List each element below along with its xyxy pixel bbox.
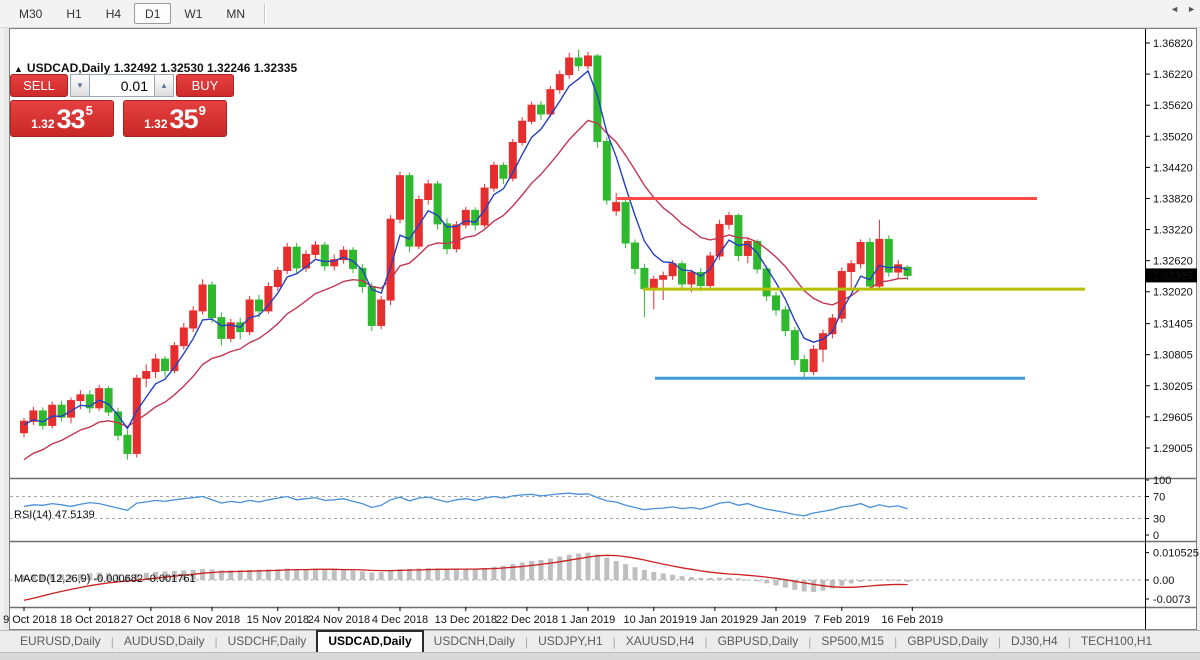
svg-text:22 Dec 2018: 22 Dec 2018 [496,614,558,626]
chart-workspace: 1.36820 1.36220 1.35620 1.35020 1.34420 1.338… [0,28,1200,660]
svg-text:10 Jan 2019: 10 Jan 2019 [624,614,685,626]
svg-text:1.36220: 1.36220 [1153,69,1193,81]
symbol-tab-gbpusd-daily[interactable]: GBPUSD,Daily [897,631,998,652]
chart-ohlc-title: ▲ USDCAD,Daily 1.32492 1.32530 1.32246 1.… [14,61,297,75]
timeframe-button-h4[interactable]: H4 [95,3,132,24]
symbol-tab-sp500-m15[interactable]: SP500,M15 [811,631,894,652]
svg-text:27 Oct 2018: 27 Oct 2018 [121,614,181,626]
svg-text:1.34420: 1.34420 [1153,162,1193,174]
svg-text:15 Nov 2018: 15 Nov 2018 [247,614,309,626]
buy-price-box[interactable]: 1.32359 [123,100,227,137]
svg-text:1.29005: 1.29005 [1153,443,1193,455]
svg-text:1.35020: 1.35020 [1153,131,1193,143]
svg-text:1.31405: 1.31405 [1153,319,1193,331]
sell-price-sup: 5 [86,105,93,117]
buy-price-big: 35 [170,105,198,134]
symbol-tab-usdcad-daily[interactable]: USDCAD,Daily [316,630,423,652]
rsi-indicator-label: RSI(14) 47.5139 [14,509,95,521]
volume-decrease-button[interactable]: ▼ [70,74,90,97]
svg-text:7 Feb 2019: 7 Feb 2019 [814,614,870,626]
sell-price-box[interactable]: 1.32335 [10,100,114,137]
tab-scroll-right-icon[interactable]: ► [1187,4,1196,14]
chevron-down-icon: ▼ [76,81,84,90]
symbol-tab-usdchf-daily[interactable]: USDCHF,Daily [218,631,317,652]
buy-price-prefix: 1.32 [144,114,167,134]
ohlc-title-text: USDCAD,Daily 1.32492 1.32530 1.32246 1.3… [27,61,297,75]
svg-text:0.00: 0.00 [1153,575,1174,587]
symbol-tab-dj30-h4[interactable]: DJ30,H4 [1001,631,1068,652]
volume-increase-button[interactable]: ▲ [154,74,174,97]
svg-text:1.33220: 1.33220 [1153,225,1193,237]
svg-text:1.35620: 1.35620 [1153,100,1193,112]
volume-input[interactable] [90,74,154,97]
svg-text:1.30205: 1.30205 [1153,381,1193,393]
svg-text:1.30805: 1.30805 [1153,350,1193,362]
symbol-tab-xauusd-h4[interactable]: XAUUSD,H4 [616,631,705,652]
svg-text:100: 100 [1153,475,1171,487]
one-click-trade-panel: SELL ▼ ▲ BUY 1.32335 1.32359 [10,74,236,137]
svg-text:4 Dec 2018: 4 Dec 2018 [372,614,428,626]
ohlc-marker-icon: ▲ [14,64,23,74]
buy-button[interactable]: BUY [176,74,234,97]
svg-text:1 Jan 2019: 1 Jan 2019 [561,614,615,626]
sell-price-prefix: 1.32 [31,114,54,134]
svg-text:19 Jan 2019: 19 Jan 2019 [685,614,746,626]
timeframe-button-m30[interactable]: M30 [8,3,53,24]
symbol-tab-usdjpy-h1[interactable]: USDJPY,H1 [528,631,612,652]
timeframe-button-w1[interactable]: W1 [173,3,213,24]
symbol-tab-gbpusd-daily[interactable]: GBPUSD,Daily [708,631,809,652]
sell-price-big: 33 [57,105,85,134]
svg-text:1.32335: 1.32335 [1153,270,1193,282]
timeframe-toolbar: M30H1H4D1W1MN [0,0,1200,28]
svg-text:16 Feb 2019: 16 Feb 2019 [881,614,943,626]
toolbar-separator [264,4,265,24]
symbol-tab-usdcnh-daily[interactable]: USDCNH,Daily [424,631,525,652]
symbol-tab-eurusd-daily[interactable]: EURUSD,Daily [10,631,111,652]
svg-text:18 Oct 2018: 18 Oct 2018 [60,614,120,626]
svg-text:1.32620: 1.32620 [1153,256,1193,268]
svg-text:29 Jan 2019: 29 Jan 2019 [746,614,807,626]
tab-scroll-left-icon[interactable]: ◄ [1170,4,1179,14]
svg-text:1.33820: 1.33820 [1153,193,1193,205]
svg-text:9 Oct 2018: 9 Oct 2018 [3,614,57,626]
timeframe-button-d1[interactable]: D1 [134,3,171,24]
svg-text:0: 0 [1153,530,1159,542]
buy-price-sup: 9 [199,105,206,117]
volume-stepper: ▼ ▲ [70,74,174,97]
svg-text:70: 70 [1153,492,1165,504]
chevron-up-icon: ▲ [160,81,168,90]
sell-button[interactable]: SELL [10,74,68,97]
symbol-tab-tech100-h1[interactable]: TECH100,H1 [1071,631,1162,652]
tab-scroll-buttons: ◄ ► [1170,4,1196,14]
macd-indicator-label: MACD(12,26,9) -0.000682 -0.001761 [14,573,196,585]
svg-text:24 Nov 2018: 24 Nov 2018 [308,614,370,626]
svg-text:30: 30 [1153,514,1165,526]
svg-text:-0.0073: -0.0073 [1153,594,1190,606]
timeframe-button-mn[interactable]: MN [215,3,256,24]
status-strip [0,652,1200,660]
svg-text:1.29605: 1.29605 [1153,412,1193,424]
svg-text:1.36820: 1.36820 [1153,38,1193,50]
svg-text:13 Dec 2018: 13 Dec 2018 [435,614,497,626]
timeframe-button-h1[interactable]: H1 [55,3,92,24]
svg-text:6 Nov 2018: 6 Nov 2018 [184,614,240,626]
svg-text:1.32020: 1.32020 [1153,287,1193,299]
symbol-tab-bar: EURUSD,Daily|AUDUSD,Daily|USDCHF,DailyUS… [0,630,1200,652]
svg-text:0.010525: 0.010525 [1153,548,1199,560]
trading-app-window: M30H1H4D1W1MN 1.36820 1.36220 1.35620 1.350… [0,0,1200,660]
symbol-tab-audusd-daily[interactable]: AUDUSD,Daily [114,631,215,652]
